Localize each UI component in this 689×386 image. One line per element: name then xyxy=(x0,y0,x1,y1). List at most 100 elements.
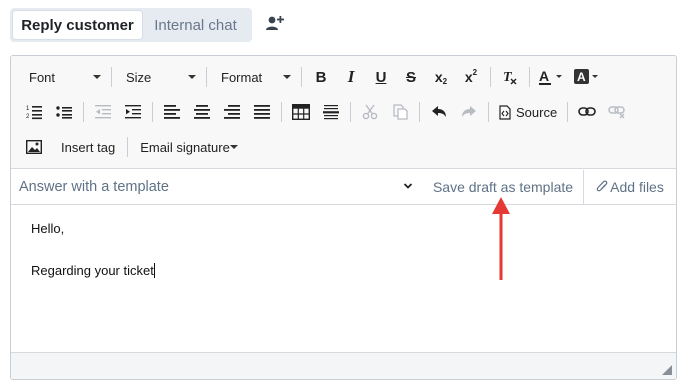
align-right-button[interactable] xyxy=(217,99,247,125)
reply-composer: Reply customer Internal chat Font Size F… xyxy=(0,0,689,386)
cut-button[interactable] xyxy=(355,99,385,125)
svg-text:1: 1 xyxy=(26,106,30,112)
size-dropdown[interactable]: Size xyxy=(116,64,202,90)
reply-mode-tabs: Reply customer Internal chat xyxy=(10,8,252,42)
image-icon xyxy=(26,140,42,154)
template-bar: Answer with a template Save draft as tem… xyxy=(11,170,676,205)
indent-button[interactable] xyxy=(118,99,148,125)
italic-button[interactable]: I xyxy=(336,64,366,90)
tab-internal-chat[interactable]: Internal chat xyxy=(142,11,249,39)
tab-reply-customer[interactable]: Reply customer xyxy=(13,11,142,39)
horizontal-rule-button[interactable] xyxy=(316,99,346,125)
subscript-button[interactable]: x2 xyxy=(426,64,456,90)
underline-button[interactable]: U xyxy=(366,64,396,90)
text-color-button[interactable]: A xyxy=(534,64,570,90)
outdent-icon xyxy=(95,105,111,119)
template-select[interactable]: Answer with a template xyxy=(11,170,423,204)
text-cursor xyxy=(153,263,155,278)
unlink-button[interactable] xyxy=(602,99,632,125)
superscript-button[interactable]: x2 xyxy=(456,64,486,90)
justify-button[interactable] xyxy=(247,99,277,125)
background-color-button[interactable]: A xyxy=(570,64,606,90)
align-right-icon xyxy=(224,105,240,119)
undo-button[interactable] xyxy=(424,99,454,125)
toolbar-divider xyxy=(488,102,489,122)
justify-icon xyxy=(254,105,270,119)
paperclip-icon xyxy=(596,180,608,192)
copy-icon xyxy=(393,104,408,120)
toolbar-divider xyxy=(152,102,153,122)
toolbar-divider xyxy=(419,102,420,122)
chevron-down-icon xyxy=(230,145,239,149)
strikethrough-button[interactable]: S xyxy=(396,64,426,90)
email-signature-label: Email signature xyxy=(140,139,230,155)
indent-icon xyxy=(125,105,141,119)
message-body[interactable]: Hello, Regarding your ticket xyxy=(11,206,676,351)
toolbar-row-1: Font Size Format B I U S x2 x 2 T A A xyxy=(19,62,606,92)
add-participant-icon[interactable] xyxy=(265,14,285,34)
font-dropdown-label: Font xyxy=(29,69,56,85)
scissors-icon xyxy=(362,104,378,120)
editor-status-bar xyxy=(11,352,676,379)
numbered-list-button[interactable]: 1 2 xyxy=(19,99,49,125)
email-signature-dropdown[interactable]: Email signature xyxy=(132,134,244,160)
resize-handle-icon[interactable] xyxy=(662,365,672,375)
toolbar-divider xyxy=(350,102,351,122)
svg-text:A: A xyxy=(577,70,586,84)
annotation-arrow-icon xyxy=(492,197,510,280)
undo-icon xyxy=(432,106,446,117)
toolbar-row-3: Insert tag Email signature xyxy=(19,132,244,162)
format-dropdown-label: Format xyxy=(221,69,263,85)
horizontal-rule-icon xyxy=(323,105,339,120)
toolbar-divider xyxy=(529,67,530,87)
source-button-label: Source xyxy=(516,104,558,120)
font-dropdown[interactable]: Font xyxy=(19,64,107,90)
insert-link-button[interactable] xyxy=(572,99,602,125)
bullet-list-icon xyxy=(56,106,72,119)
outdent-button[interactable] xyxy=(88,99,118,125)
insert-table-button[interactable] xyxy=(286,99,316,125)
redo-button[interactable] xyxy=(454,99,484,125)
template-select-placeholder: Answer with a template xyxy=(19,179,169,195)
align-center-button[interactable] xyxy=(187,99,217,125)
align-center-icon xyxy=(194,105,210,119)
copy-button[interactable] xyxy=(385,99,415,125)
align-left-button[interactable] xyxy=(157,99,187,125)
toolbar-divider xyxy=(83,102,84,122)
remove-format-button[interactable]: T xyxy=(495,64,525,90)
message-line-text: Regarding your ticket xyxy=(31,260,656,281)
toolbar-divider xyxy=(127,137,129,157)
svg-text:2: 2 xyxy=(26,114,30,120)
numbered-list-icon: 1 2 xyxy=(26,106,42,120)
toolbar-row-2: 1 2 Source xyxy=(19,97,632,127)
format-dropdown[interactable]: Format xyxy=(211,64,297,90)
rich-text-editor: Font Size Format B I U S x2 x 2 T A A 1 … xyxy=(10,55,677,380)
unlink-icon xyxy=(608,106,625,119)
insert-tag-label: Insert tag xyxy=(61,139,116,155)
bold-button[interactable]: B xyxy=(306,64,336,90)
redo-icon xyxy=(462,106,476,117)
message-line-greeting: Hello, xyxy=(31,221,65,236)
insert-tag-button[interactable]: Insert tag xyxy=(49,134,123,160)
add-files-label: Add files xyxy=(610,179,664,195)
bullet-list-button[interactable] xyxy=(49,99,79,125)
chevron-down-icon xyxy=(188,75,196,79)
chevron-down-icon[interactable] xyxy=(403,181,413,191)
source-button[interactable]: Source xyxy=(493,99,563,125)
toolbar-divider xyxy=(301,67,302,87)
editor-toolbar: Font Size Format B I U S x2 x 2 T A A 1 … xyxy=(11,56,676,169)
add-files-button[interactable]: Add files xyxy=(584,170,676,204)
toolbar-divider xyxy=(490,67,491,87)
toolbar-divider xyxy=(206,67,207,87)
chevron-down-icon xyxy=(283,75,291,79)
insert-image-button[interactable] xyxy=(19,134,49,160)
toolbar-divider xyxy=(111,67,112,87)
link-icon xyxy=(578,107,597,116)
text-color-icon: A xyxy=(539,68,562,85)
chevron-down-icon xyxy=(93,75,101,79)
clear-formatting-icon: T xyxy=(503,70,517,85)
background-color-icon: A xyxy=(574,69,598,84)
align-left-icon xyxy=(164,105,180,119)
toolbar-divider xyxy=(567,102,569,122)
toolbar-divider xyxy=(281,102,282,122)
